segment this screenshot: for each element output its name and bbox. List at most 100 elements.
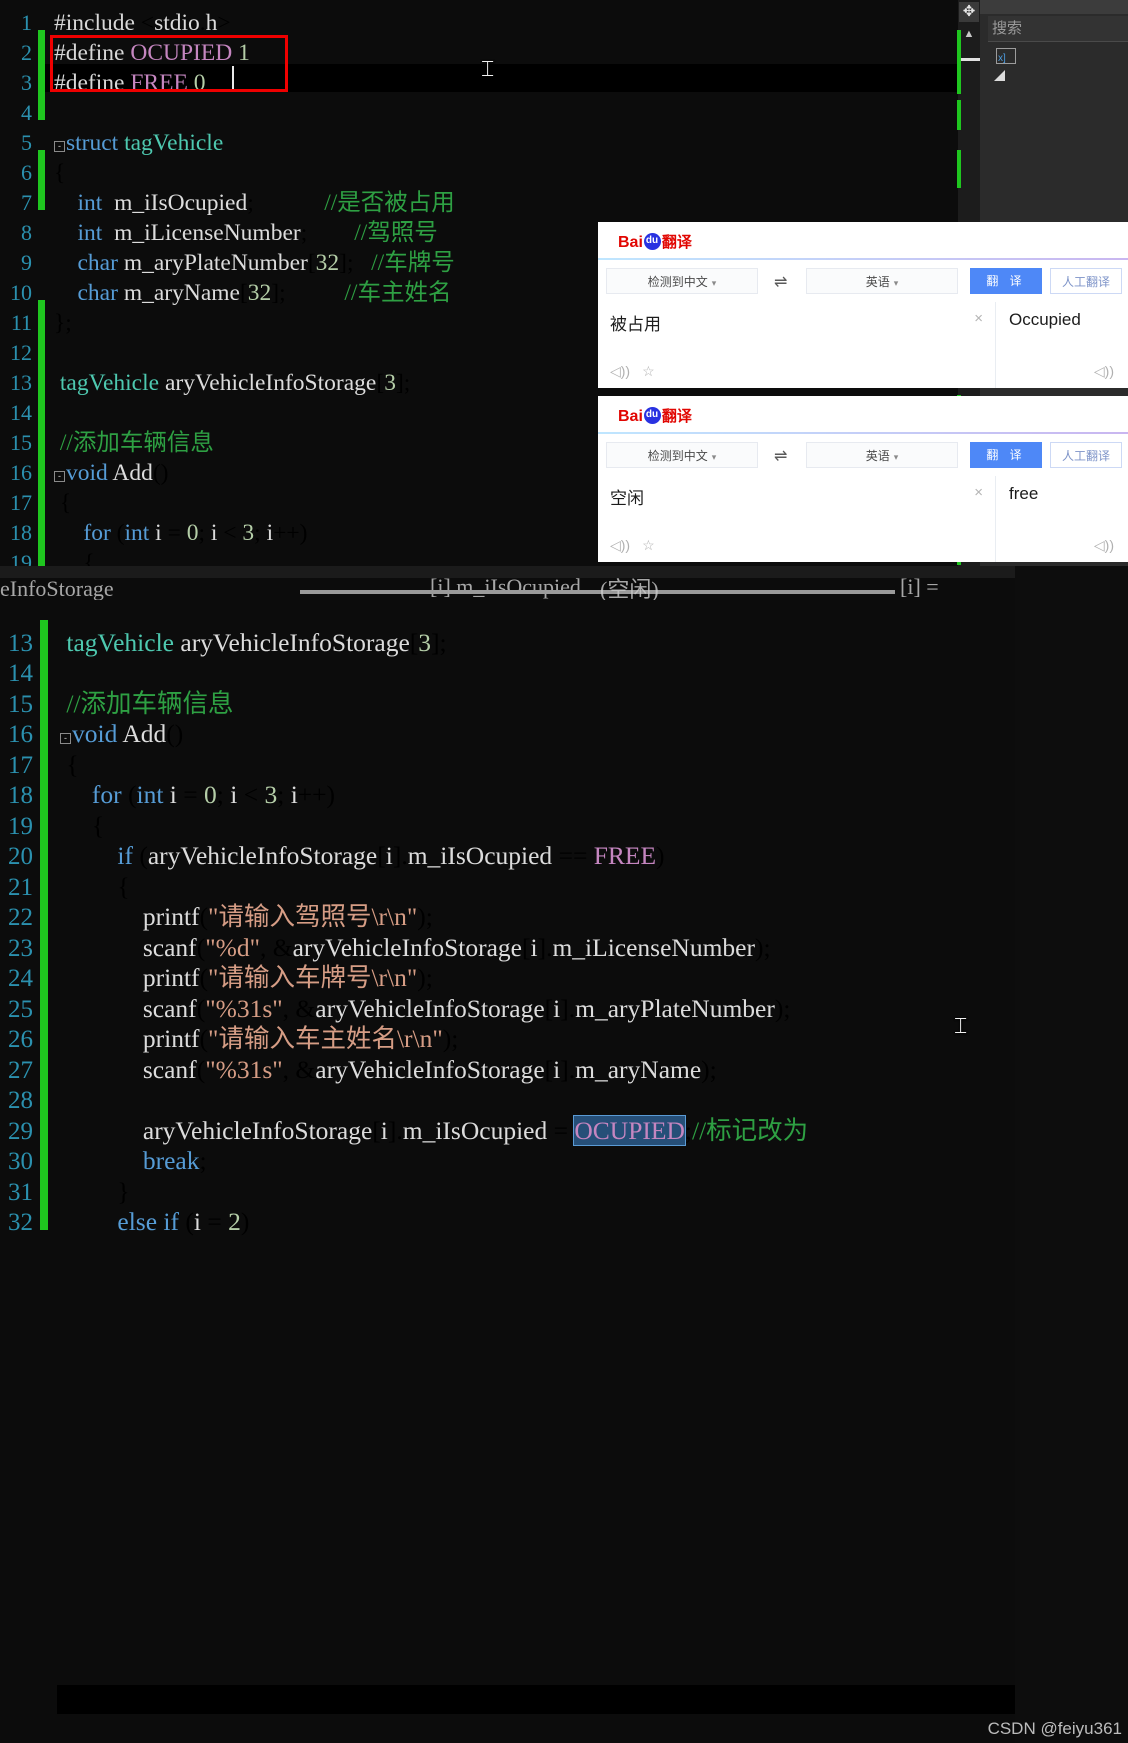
code-line[interactable]: 30 break; [0,1138,1015,1175]
code-line[interactable]: 16- void Add() [0,711,1015,748]
overview-change-mark [957,100,961,130]
code-line[interactable]: 13 tagVehicle aryVehicleInfoStorage[3]; [0,620,1015,657]
change-bar [40,1047,48,1078]
translate-button[interactable]: 翻 译 [970,442,1042,468]
code-text[interactable]: else if (i = 2) [60,1207,1015,1238]
code-line[interactable]: 6{ [0,150,980,186]
language-bar: 检测到中文 ▾ ⇌ 英语 ▾ 翻 译 人工翻译 [598,260,1128,302]
change-bar [38,30,45,60]
result-speaker-icon[interactable]: ◁)) [1094,537,1114,554]
change-bar [40,681,48,712]
source-language-select[interactable]: 检测到中文 ▾ [606,268,758,294]
change-bar [40,864,48,895]
change-bar [38,60,45,90]
change-bar [38,210,45,240]
code-line[interactable]: 32 else if (i = 2) [0,1199,1015,1236]
watermark: CSDN @feiyu361 [987,1719,1122,1738]
human-translate-button[interactable]: 人工翻译 [1050,268,1122,294]
code-lines-bottom-upper[interactable]: 13 tagVehicle aryVehicleInfoStorage[3]; 1… [0,620,1015,1236]
baidu-translate-popup-1[interactable]: Bai翻译 检测到中文▾ ⇌ 英语▾ 翻 译 人工翻译 被占用 × ◁)) ☆ O… [598,222,1128,388]
logo-suffix: 翻译 [661,234,692,251]
code-line[interactable]: 31 } [0,1169,1015,1206]
favorite-star-icon[interactable]: ☆ [642,537,655,553]
chevron-down-icon: ▾ [711,452,717,462]
language-bar: 检测到中文 ▾ ⇌ 英语 ▾ 翻 译 人工翻译 [598,434,1128,476]
code-line[interactable]: 17 { [0,742,1015,779]
change-bar [40,1169,48,1200]
change-bar [38,180,45,210]
change-bar [40,955,48,986]
speaker-icon[interactable]: ◁)) [610,363,630,379]
target-language-select[interactable]: 英语 ▾ [806,442,958,468]
popup-body: 被占用 × ◁)) ☆ Occupied ◁)) [598,302,1128,388]
current-line-highlight-bottom [57,1685,1015,1714]
change-bar [38,420,45,450]
clear-icon[interactable]: × [974,484,983,501]
change-bar [38,120,45,150]
result-speaker-icon[interactable]: ◁)) [1094,363,1114,380]
change-bar [40,742,48,773]
logo-suffix: 翻译 [661,408,692,425]
scroll-up-arrow-icon[interactable]: ▲ [961,26,977,42]
source-textarea[interactable]: 空闲 × ◁)) ☆ [598,476,996,562]
chevron-down-icon: ▾ [711,278,717,288]
target-language-select[interactable]: 英语 ▾ [806,268,958,294]
overview-change-mark [957,150,961,188]
clear-icon[interactable]: × [974,310,983,327]
code-line[interactable]: 15 //添加车辆信息 [0,681,1015,718]
code-line[interactable]: 28 [0,1077,1015,1114]
change-bar [38,300,45,330]
change-bar [38,540,45,566]
source-tools: ◁)) ☆ [610,363,667,380]
source-textarea[interactable]: 被占用 × ◁)) ☆ [598,302,996,388]
code-line[interactable]: 24 printf("请输入车牌号\r\n"); [0,955,1015,992]
code-line[interactable]: 26 printf("请输入车主姓名\r\n"); [0,1016,1015,1053]
search-input[interactable]: 搜索 [988,16,1128,42]
translate-button[interactable]: 翻 译 [970,268,1042,294]
code-line[interactable]: 5- struct tagVehicle [0,120,980,156]
swap-languages-icon[interactable]: ⇌ [774,446,787,466]
change-bar [38,480,45,510]
change-bar [38,150,45,180]
page-background-right [1015,620,1128,1743]
code-line[interactable]: 27 scanf("%31s", &aryVehicleInfoStorage[… [0,1047,1015,1084]
split-view-grip[interactable]: ✥ [959,2,979,22]
speaker-icon[interactable]: ◁)) [610,537,630,553]
code-line[interactable]: 19 { [0,803,1015,840]
human-translate-button[interactable]: 人工翻译 [1050,442,1122,468]
change-bar [40,711,48,742]
source-text: 被占用 [610,315,661,334]
baidu-logo: Bai 翻译 [618,231,692,252]
change-bar [38,0,45,30]
result-panel: Occupied ◁)) [997,302,1128,388]
code-line[interactable]: 4 [0,90,980,125]
pane-overlap-seam: eInfoStorage [i].m_iIsOcupied (空闲) [i] = [0,566,1015,620]
change-bar [40,1016,48,1047]
change-bar [38,240,45,270]
popup-header: Bai 翻译 [598,396,1128,434]
source-language-select[interactable]: 检测到中文 ▾ [606,442,758,468]
popup-body: 空闲 × ◁)) ☆ free ◁)) [598,476,1128,562]
code-line[interactable]: 18 for (int i = 0; i < 3; i++) [0,772,1015,809]
code-line[interactable]: 7 int m_iIsOcupied; //是否被占用 [0,180,980,216]
baidu-translate-popup-2[interactable]: Bai翻译 检测到中文▾ ⇌ 英语▾ 翻 译 人工翻译 空闲 × ◁))☆ fr… [598,396,1128,562]
source-language-label: 检测到中文 [647,275,708,289]
code-line[interactable]: 21 { [0,864,1015,901]
code-line[interactable]: 22 printf("请输入驾照号\r\n"); [0,894,1015,931]
popup-header: Bai 翻译 [598,222,1128,260]
source-language-label: 检测到中文 [647,449,708,463]
code-line[interactable]: 25 scanf("%31s", &aryVehicleInfoStorage[… [0,986,1015,1023]
favorite-star-icon[interactable]: ☆ [642,363,655,379]
code-line[interactable]: 23 scanf("%d", &aryVehicleInfoStorage[i]… [0,925,1015,962]
code-line[interactable]: 20 if (aryVehicleInfoStorage[i].m_iIsOcu… [0,833,1015,870]
code-line[interactable]: 14 [0,650,1015,687]
source-tools: ◁)) ☆ [610,537,667,554]
logo-text: Bai [618,408,643,425]
swap-languages-icon[interactable]: ⇌ [774,272,787,292]
change-bar [40,650,48,681]
text-caret [232,66,234,90]
code-line[interactable]: 1 #include <stdio.h> [0,0,980,36]
change-bar [40,986,48,1017]
editor-pane-bottom[interactable]: 13 tagVehicle aryVehicleInfoStorage[3]; 1… [0,620,1015,1743]
code-line[interactable]: 29 aryVehicleInfoStorage[i].m_iIsOcupied… [0,1108,1015,1146]
